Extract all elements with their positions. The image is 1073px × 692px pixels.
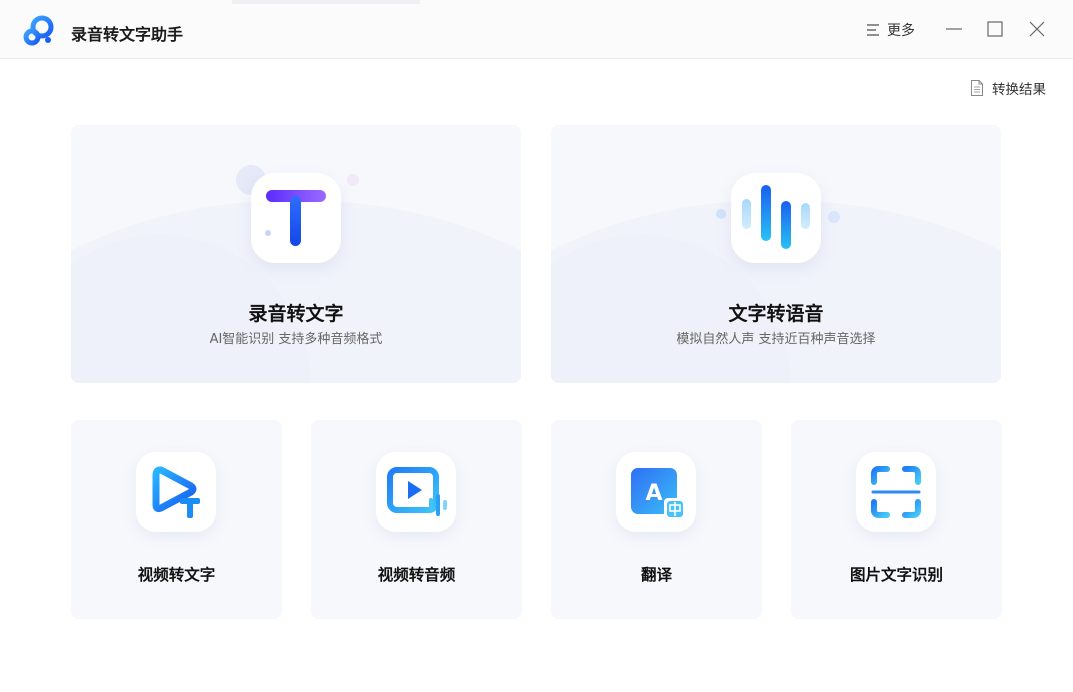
scan-icon [856,452,936,532]
video-to-text-card[interactable]: 视频转文字 [71,420,282,619]
more-menu-label: 更多 [887,23,915,39]
conversion-results-label: 转换结果 [992,82,1046,98]
image-ocr-card[interactable]: 图片文字识别 [791,420,1002,619]
minimize-button[interactable] [943,18,965,40]
feature-title: 视频转文字 [137,566,216,584]
menu-lines-icon [867,24,879,36]
feature-title: 图片文字识别 [849,566,943,584]
video-to-audio-icon [376,452,456,532]
translate-icon: A [616,452,696,532]
feature-subtitle: AI智能识别 支持多种音频格式 [209,332,383,347]
sound-wave-icon [731,173,821,263]
svg-text:A: A [645,481,662,506]
document-icon [971,80,983,96]
conversion-results-link[interactable]: 转换结果 [968,78,1046,98]
feature-subtitle: 模拟自然人声 支持近百种声音选择 [676,332,876,347]
title-bar: 录音转文字助手 更多 [0,0,1073,59]
text-to-speech-card[interactable]: 文字转语音 模拟自然人声 支持近百种声音选择 [551,125,1001,383]
video-to-text-icon [136,452,216,532]
feature-title: 翻译 [640,566,672,584]
close-icon [1029,21,1045,37]
minimize-icon [946,28,962,30]
text-T-icon [251,173,341,263]
maximize-button[interactable] [984,18,1006,40]
feature-title: 录音转文字 [248,303,344,325]
decorative-dot [716,209,726,219]
translate-card[interactable]: A 翻译 [551,420,762,619]
decorative-dot [347,174,359,186]
maximize-icon [987,21,1003,37]
more-menu-button[interactable]: 更多 [865,19,915,41]
feature-title: 视频转音频 [377,566,456,584]
feature-title: 文字转语音 [728,303,824,325]
app-title: 录音转文字助手 [71,25,184,44]
video-to-audio-card[interactable]: 视频转音频 [311,420,522,619]
audio-to-text-card[interactable]: 录音转文字 AI智能识别 支持多种音频格式 [71,125,521,383]
close-button[interactable] [1026,18,1048,40]
title-bar-accent-line [232,0,420,4]
decorative-dot [828,211,840,223]
app-logo-icon [21,13,57,49]
